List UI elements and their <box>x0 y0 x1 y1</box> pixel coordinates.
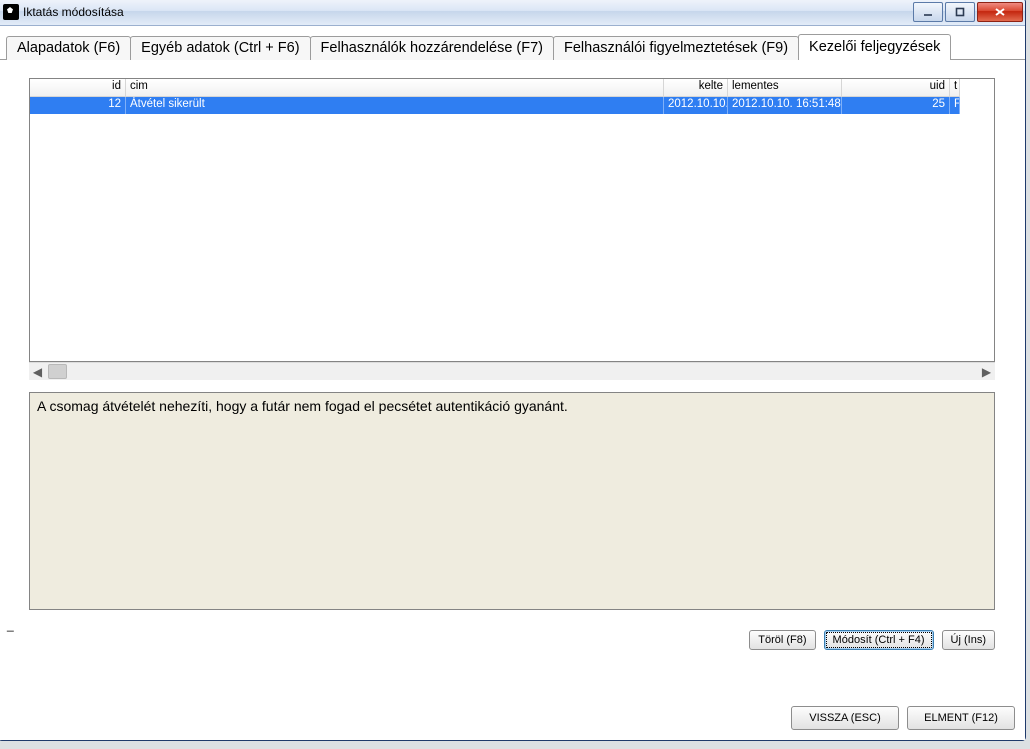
tab-panel: id cim kelte lementes uid t 12 Átvétel s… <box>0 60 1025 740</box>
col-id[interactable]: id <box>30 79 126 97</box>
grid-body: 12 Átvétel sikerült 2012.10.10. 2012.10.… <box>30 97 994 361</box>
minimize-button[interactable] <box>913 2 943 22</box>
tab-egyeb-adatok[interactable]: Egyéb adatok (Ctrl + F6) <box>130 36 310 60</box>
window-buttons <box>911 2 1023 22</box>
table-row[interactable]: 12 Átvétel sikerült 2012.10.10. 2012.10.… <box>30 97 994 114</box>
app-icon <box>3 4 19 20</box>
col-kelte[interactable]: kelte <box>664 79 728 97</box>
maximize-button[interactable] <box>945 2 975 22</box>
col-cim[interactable]: cim <box>126 79 664 97</box>
window-title: Iktatás módosítása <box>23 5 124 19</box>
grid-hscrollbar[interactable]: ◀ ▶ <box>29 362 995 380</box>
cell-lementes: 2012.10.10. 16:51:48 <box>728 97 842 114</box>
client-area: Alapadatok (F6) Egyéb adatok (Ctrl + F6)… <box>0 26 1025 740</box>
notes-grid: id cim kelte lementes uid t 12 Átvétel s… <box>29 78 995 362</box>
scroll-left-icon[interactable]: ◀ <box>29 363 46 380</box>
dialog-buttons: VISSZA (ESC) ELMENT (F12) <box>791 706 1015 730</box>
col-lementes[interactable]: lementes <box>728 79 842 97</box>
scroll-right-icon[interactable]: ▶ <box>978 363 995 380</box>
tab-felhasznaloi-figyelmeztetesek[interactable]: Felhasználói figyelmeztetések (F9) <box>553 36 799 60</box>
back-button[interactable]: VISSZA (ESC) <box>791 706 899 730</box>
col-t[interactable]: t <box>950 79 960 97</box>
grid-header: id cim kelte lementes uid t <box>30 79 994 97</box>
maximize-icon <box>955 7 965 17</box>
cell-t: F <box>950 97 960 114</box>
modify-button[interactable]: Módosít (Ctrl + F4) <box>824 630 934 650</box>
cell-cim: Átvétel sikerült <box>126 97 664 114</box>
tab-kezelo-feljegyzesek[interactable]: Kezelői feljegyzések <box>798 34 951 60</box>
scroll-thumb[interactable] <box>48 364 67 379</box>
cell-id: 12 <box>30 97 126 114</box>
dash-mark: _ <box>7 618 14 632</box>
tab-alapadatok[interactable]: Alapadatok (F6) <box>6 36 131 60</box>
delete-button[interactable]: Töröl (F8) <box>749 630 815 650</box>
save-button[interactable]: ELMENT (F12) <box>907 706 1015 730</box>
row-buttons: Töröl (F8) Módosít (Ctrl + F4) Új (Ins) <box>29 630 995 650</box>
col-uid[interactable]: uid <box>842 79 950 97</box>
close-button[interactable] <box>977 2 1023 22</box>
tabstrip: Alapadatok (F6) Egyéb adatok (Ctrl + F6)… <box>0 26 1025 59</box>
cell-kelte: 2012.10.10. <box>664 97 728 114</box>
note-detail[interactable]: A csomag átvételét nehezíti, hogy a futá… <box>29 392 995 610</box>
new-button[interactable]: Új (Ins) <box>942 630 995 650</box>
minimize-icon <box>923 7 933 17</box>
close-icon <box>994 7 1006 17</box>
tab-felhasznalok-hozzarendelese[interactable]: Felhasználók hozzárendelése (F7) <box>310 36 554 60</box>
cell-uid: 25 <box>842 97 950 114</box>
app-window: Iktatás módosítása Alapadatok (F6) Egyéb… <box>0 0 1026 741</box>
titlebar: Iktatás módosítása <box>0 0 1025 26</box>
